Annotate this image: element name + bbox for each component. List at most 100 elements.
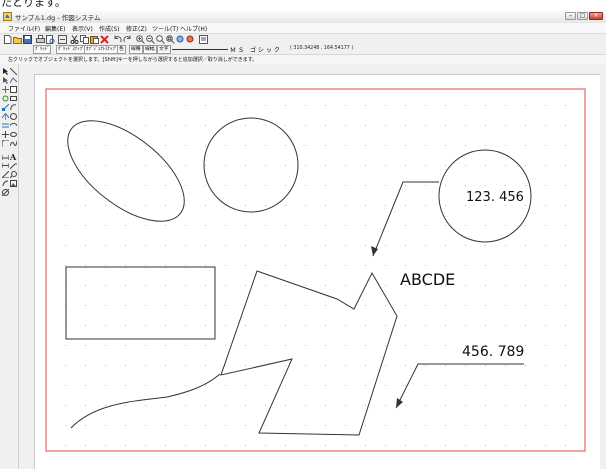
grid-dot	[165, 325, 166, 326]
select-arrow-icon[interactable]	[2, 68, 9, 75]
trim-icon[interactable]	[2, 131, 9, 138]
minimize-icon: –	[569, 12, 572, 19]
grid-dot	[265, 185, 266, 186]
grid-dot	[405, 265, 406, 266]
document-icon[interactable]	[10, 86, 17, 93]
grid-dot	[385, 285, 386, 286]
ellipse-arc-icon[interactable]	[10, 122, 17, 129]
circle-icon[interactable]	[10, 113, 17, 120]
ellipse-icon[interactable]	[10, 131, 17, 138]
new-icon[interactable]	[3, 35, 12, 44]
grid-dot	[325, 445, 326, 446]
menu-tools[interactable]: ツール(T)	[152, 24, 178, 33]
grid-snap-button[interactable]: ｸﾞﾘｯﾄﾞｽﾅｯﾌﾟ	[56, 45, 87, 54]
grid-dot	[165, 105, 166, 106]
grid-button[interactable]: ｸﾞﾘｯﾄﾞ	[33, 45, 52, 54]
fillet-icon[interactable]	[2, 140, 9, 147]
menu-bar: ファイル(F) 編集(E) 表示(V) 作成(S) 修正(Z) ツール(T) ヘ…	[0, 23, 606, 33]
paste-icon[interactable]	[90, 35, 99, 44]
copy-icon[interactable]	[80, 35, 89, 44]
drawing-sheet[interactable]: 123. 456 ABCDE 456. 789	[34, 74, 600, 469]
drawn-ellipse[interactable]	[51, 102, 202, 241]
save-icon[interactable]	[23, 35, 32, 44]
zoom-in-icon[interactable]	[136, 35, 145, 44]
grid-dot	[345, 245, 346, 246]
rectangle-icon[interactable]	[10, 95, 17, 102]
grid-dot	[545, 385, 546, 386]
drawn-polygon[interactable]	[220, 270, 398, 436]
redraw-icon[interactable]	[186, 35, 195, 44]
menu-modify[interactable]: 修正(Z)	[126, 24, 147, 33]
grid-dot	[385, 365, 386, 366]
grid-dot	[445, 385, 446, 386]
line-icon[interactable]	[10, 68, 17, 75]
polyline-icon[interactable]	[10, 77, 17, 84]
image-icon[interactable]	[10, 180, 17, 187]
drawn-rectangle[interactable]	[65, 266, 216, 340]
offset-icon[interactable]	[2, 122, 9, 129]
open-icon[interactable]	[13, 35, 22, 44]
grid-dot	[205, 345, 206, 346]
curve-icon[interactable]	[10, 140, 17, 147]
zoom-previous-icon[interactable]	[176, 35, 185, 44]
text-tool-icon[interactable]: A	[10, 153, 17, 160]
redo-icon[interactable]	[123, 35, 132, 44]
line-type-button[interactable]: 線種	[129, 45, 143, 54]
font-name-display[interactable]: ＭＳ ゴシック	[230, 45, 282, 54]
grid-dot	[85, 425, 86, 426]
delete-icon[interactable]	[100, 35, 109, 44]
title-bar[interactable]: サンプル1.dg - 作図システム – □ ×	[0, 10, 606, 24]
grid-dot	[185, 125, 186, 126]
arc-icon[interactable]	[10, 104, 17, 111]
grid-dot	[85, 125, 86, 126]
layer-icon[interactable]	[58, 35, 67, 44]
zoom-fit-icon[interactable]	[156, 35, 165, 44]
zoom-out-icon[interactable]	[146, 35, 155, 44]
move-icon[interactable]	[2, 86, 9, 93]
maximize-button[interactable]: □	[577, 12, 588, 20]
scale-icon[interactable]	[2, 104, 9, 111]
property-icon[interactable]	[199, 35, 208, 44]
grid-dot	[185, 145, 186, 146]
line-width-button[interactable]: 線幅	[143, 45, 157, 54]
grid-dot	[185, 105, 186, 106]
value-leader-line[interactable]	[395, 363, 524, 409]
grid-dot	[565, 125, 566, 126]
cut-icon[interactable]	[70, 35, 79, 44]
balloon-icon[interactable]	[10, 171, 17, 178]
grid-dot	[545, 125, 546, 126]
drawing-svg: 123. 456 ABCDE 456. 789	[45, 88, 586, 452]
text-button[interactable]: 文字	[157, 45, 171, 54]
dimension-horizontal-icon[interactable]	[2, 162, 9, 169]
menu-file[interactable]: ファイル(F)	[8, 24, 40, 33]
dimension-angle-icon[interactable]	[2, 171, 9, 178]
zoom-window-icon[interactable]	[166, 35, 175, 44]
menu-help[interactable]: ヘルプ(H)	[180, 24, 207, 33]
leader-icon[interactable]	[10, 162, 17, 169]
close-button[interactable]: ×	[589, 12, 603, 20]
circle-leader-line[interactable]	[372, 181, 439, 257]
print-preview-icon[interactable]	[46, 35, 55, 44]
drawn-curve[interactable]	[70, 373, 221, 429]
mirror-icon[interactable]	[2, 113, 9, 120]
color-button[interactable]: 色	[117, 45, 126, 54]
print-icon[interactable]	[36, 35, 45, 44]
grid-dot	[325, 165, 326, 166]
drawn-circle[interactable]	[203, 117, 299, 213]
dimension-radius-icon[interactable]	[2, 180, 9, 187]
object-snap-button[interactable]: ｵﾌﾞｼﾞｪｸﾄｽﾅｯﾌﾟ	[84, 45, 120, 54]
grid-dot	[365, 365, 366, 366]
grid-dot	[385, 265, 386, 266]
grid-dot	[345, 345, 346, 346]
menu-edit[interactable]: 編集(E)	[45, 24, 65, 33]
undo-icon[interactable]	[113, 35, 122, 44]
rotate-icon[interactable]	[2, 95, 9, 102]
grid-dot	[265, 425, 266, 426]
menu-view[interactable]: 表示(V)	[72, 24, 93, 33]
dimension-diameter-icon[interactable]	[2, 189, 9, 196]
minimize-button[interactable]: –	[565, 12, 576, 20]
select-area-icon[interactable]	[2, 77, 9, 84]
line-style-sample[interactable]	[172, 49, 228, 50]
dimension-icon[interactable]	[2, 153, 9, 160]
menu-create[interactable]: 作成(S)	[99, 24, 120, 33]
